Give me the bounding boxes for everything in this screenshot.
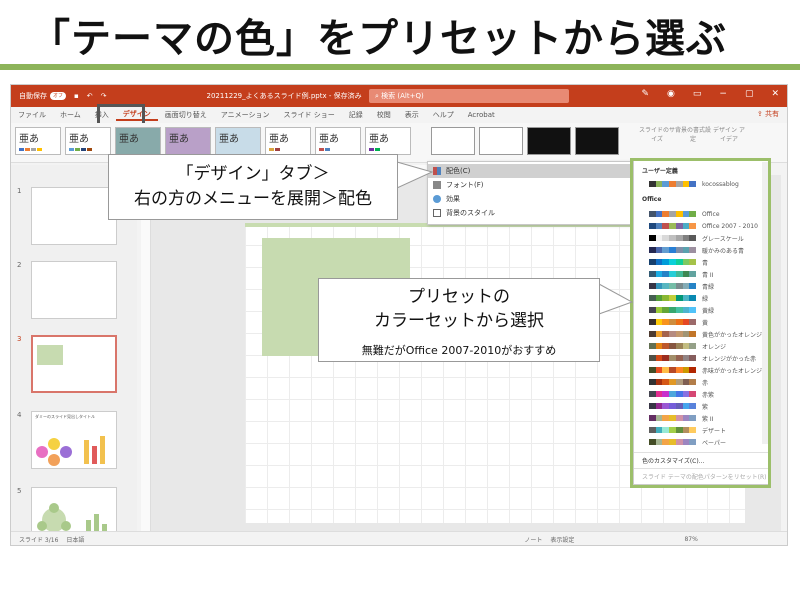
theme-thumbnail[interactable]: 亜あ xyxy=(365,127,411,155)
theme-thumbnail[interactable]: 亜あ xyxy=(15,127,61,155)
callout-line: 右の方のメニューを展開＞配色 xyxy=(134,189,372,209)
share-button[interactable]: ⇪ 共有 xyxy=(757,109,779,119)
menu-item-fonts[interactable]: フォント(F)› xyxy=(428,178,640,192)
tab-record[interactable]: 記録 xyxy=(342,110,370,120)
slide-number: 4 xyxy=(17,411,22,419)
tab-slideshow[interactable]: スライド ショー xyxy=(277,110,342,120)
redo-icon[interactable]: ↷ xyxy=(101,92,107,100)
display-settings-button[interactable]: 表示設定 xyxy=(550,535,574,544)
theme-thumbnail[interactable]: 亜あ xyxy=(165,127,211,155)
autosave-label: 自動保存 xyxy=(19,92,47,100)
palette-highlight-frame xyxy=(630,158,771,488)
variant-thumbnail[interactable] xyxy=(527,127,571,155)
maximize-icon[interactable]: ▢ xyxy=(745,89,754,99)
theme-label: 亜あ xyxy=(119,134,139,145)
theme-label: 亜あ xyxy=(69,134,89,145)
window-controls: ✎ ◉ ▭ − ▢ ✕ xyxy=(641,89,779,99)
thumb-diagram xyxy=(36,436,105,466)
theme-label: 亜あ xyxy=(19,134,39,145)
tab-animations[interactable]: アニメーション xyxy=(214,110,277,120)
design-ideas-button[interactable]: デザイン アイデア xyxy=(711,125,747,143)
theme-thumbnail[interactable]: 亜あ xyxy=(265,127,311,155)
format-background-button[interactable]: 背景の書式設定 xyxy=(675,125,711,143)
menu-item-background-styles[interactable]: 背景のスタイル› xyxy=(428,206,640,220)
callout-line: カラーセットから選択 xyxy=(374,311,544,331)
callout-design-tab: 「デザイン」タブ＞ 右の方のメニューを展開＞配色 xyxy=(108,154,398,220)
search-box[interactable]: ⌕ 検索 (Alt+Q) xyxy=(369,89,569,103)
tab-file[interactable]: ファイル xyxy=(11,110,53,120)
share-icon: ⇪ xyxy=(756,110,765,118)
theme-label: 亜あ xyxy=(269,134,289,145)
tab-help[interactable]: ヘルプ xyxy=(426,110,461,120)
user-icon[interactable]: ◉ xyxy=(667,89,675,99)
share-label: 共有 xyxy=(765,110,779,118)
slide-counter: スライド 3/16 xyxy=(19,537,59,544)
theme-thumbnail[interactable]: 亜あ xyxy=(215,127,261,155)
slide-number: 3 xyxy=(17,335,22,343)
callout-tail xyxy=(598,283,634,315)
variant-thumbnail[interactable] xyxy=(479,127,523,155)
callout-tail xyxy=(396,161,434,189)
menu-item-label: 効果 xyxy=(446,195,460,203)
callout-preset-colors: プリセットの カラーセットから選択 無難だがOffice 2007-2010がお… xyxy=(318,278,600,362)
variant-thumbnail[interactable] xyxy=(431,127,475,155)
theme-label: 亜あ xyxy=(169,134,189,145)
language-indicator[interactable]: 日本語 xyxy=(66,535,84,544)
slide-size-button[interactable]: スライドのサイズ xyxy=(639,125,675,143)
callout-line: 「デザイン」タブ＞ xyxy=(176,164,330,184)
menu-item-label: 配色(C) xyxy=(446,167,471,175)
slide-number: 2 xyxy=(17,261,22,269)
save-icon[interactable]: ▪ xyxy=(74,92,79,100)
menu-item-effects[interactable]: 効果› xyxy=(428,192,640,206)
menu-item-colors[interactable]: 配色(C)› xyxy=(428,164,640,178)
tab-acrobat[interactable]: Acrobat xyxy=(461,111,502,119)
menu-item-label: 背景のスタイル xyxy=(446,209,495,217)
search-placeholder: 検索 (Alt+Q) xyxy=(381,92,424,100)
background-icon xyxy=(433,209,441,217)
file-name: 20211229_よくあるスライド例.pptx - 保存済み xyxy=(206,92,362,100)
tab-transitions[interactable]: 画面切り替え xyxy=(158,110,214,120)
theme-label: 亜あ xyxy=(319,134,339,145)
status-bar: スライド 3/16 日本語 ノート 表示設定 87% xyxy=(11,531,787,545)
close-icon[interactable]: ✕ xyxy=(771,89,779,99)
slide-thumbnail[interactable]: ダミーのスライド見出しタイトル xyxy=(31,411,117,469)
slide-thumbnail-selected[interactable] xyxy=(31,335,117,393)
ribbon-options-icon[interactable]: ▭ xyxy=(693,89,702,99)
theme-thumbnail[interactable]: 亜あ xyxy=(315,127,361,155)
slide-thumbnail[interactable] xyxy=(31,261,117,319)
minimize-icon[interactable]: − xyxy=(719,89,727,99)
theme-thumbnail[interactable]: 亜あ xyxy=(115,127,161,155)
title-underline xyxy=(0,64,800,70)
menu-item-label: フォント(F) xyxy=(446,181,484,189)
slide-number: 5 xyxy=(17,487,22,495)
tab-home[interactable]: ホーム xyxy=(53,110,88,120)
callout-note: 無難だがOffice 2007-2010がおすすめ xyxy=(361,344,557,357)
variant-thumbnail[interactable] xyxy=(575,127,619,155)
callout-line: プリセットの xyxy=(408,287,510,307)
tab-view[interactable]: 表示 xyxy=(398,110,426,120)
slide-title: 「テーマの色」をプリセットから選ぶ xyxy=(30,16,727,62)
notes-button[interactable]: ノート xyxy=(524,535,542,544)
slide-number: 1 xyxy=(17,187,22,195)
tab-review[interactable]: 校閲 xyxy=(370,110,398,120)
autosave-toggle[interactable]: オフ xyxy=(50,92,66,100)
variants-dropdown-menu: 配色(C)› フォント(F)› 効果› 背景のスタイル› xyxy=(427,161,640,225)
theme-label: 亜あ xyxy=(219,134,239,145)
zoom-level[interactable]: 87% xyxy=(684,536,697,543)
slide-thumbnail[interactable] xyxy=(31,187,117,245)
theme-thumbnail[interactable]: 亜あ xyxy=(65,127,111,155)
pen-icon[interactable]: ✎ xyxy=(641,89,649,99)
thumb-green-rect xyxy=(37,345,63,365)
theme-label: 亜あ xyxy=(369,134,389,145)
undo-icon[interactable]: ↶ xyxy=(87,92,93,100)
